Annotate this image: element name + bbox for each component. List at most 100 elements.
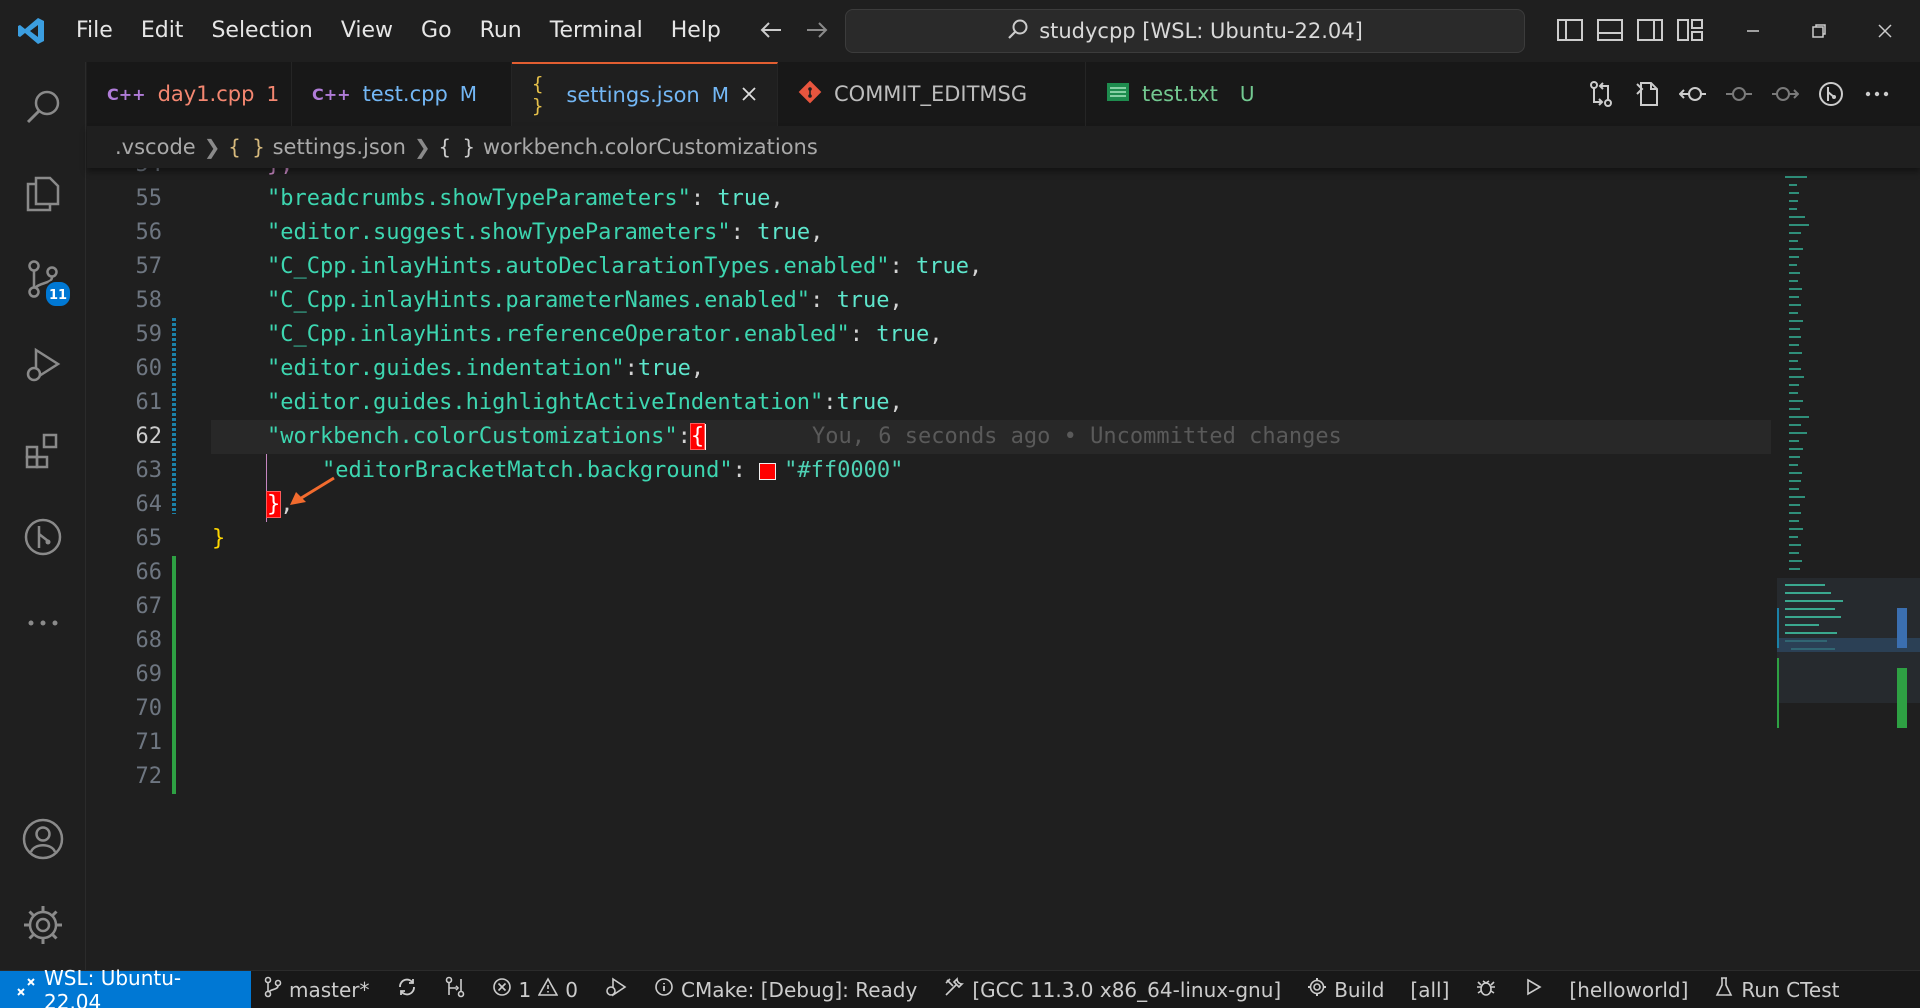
restore-icon[interactable] bbox=[1786, 0, 1852, 62]
json-colon: : bbox=[732, 458, 760, 483]
remote-indicator[interactable]: WSL: Ubuntu-22.04 bbox=[0, 966, 251, 1008]
cmake-status[interactable]: CMake: [Debug]: Ready bbox=[641, 971, 930, 1008]
command-center[interactable]: studycpp [WSL: Ubuntu-22.04] bbox=[845, 9, 1525, 53]
ctest-button[interactable]: Run CTest bbox=[1701, 971, 1852, 1008]
tab-test-cpp[interactable]: C++ test.cpp M bbox=[292, 62, 512, 126]
customize-layout-icon[interactable] bbox=[1675, 14, 1705, 46]
build-label: Build bbox=[1334, 977, 1385, 1002]
warning-count: 0 bbox=[565, 977, 578, 1002]
minimap[interactable] bbox=[1777, 168, 1920, 970]
annotation-arrow-icon bbox=[290, 476, 335, 505]
remote-label: WSL: Ubuntu-22.04 bbox=[44, 965, 182, 1008]
back-arrow-icon[interactable] bbox=[755, 14, 787, 46]
toggle-panel-icon[interactable] bbox=[1595, 14, 1625, 46]
more-actions-icon[interactable] bbox=[1862, 79, 1892, 109]
code-text: "C_Cpp.inlayHints.autoDeclarationTypes.e… bbox=[267, 250, 982, 284]
branch-indicator[interactable]: master* bbox=[251, 971, 383, 1008]
toggle-primary-sidebar-icon[interactable] bbox=[1555, 14, 1585, 46]
tab-settings-json[interactable]: { } settings.json M bbox=[512, 62, 778, 126]
problems-indicator[interactable]: 1 0 bbox=[479, 971, 591, 1008]
layout-controls bbox=[1555, 14, 1705, 46]
cmake-launch-target[interactable]: [helloworld] bbox=[1556, 971, 1701, 1008]
menu-help[interactable]: Help bbox=[657, 0, 735, 62]
window-controls bbox=[1720, 0, 1918, 62]
open-changes-icon[interactable] bbox=[1586, 79, 1616, 109]
line-number: 68 bbox=[135, 628, 163, 653]
open-file-icon[interactable] bbox=[1632, 79, 1662, 109]
settings-gear-icon[interactable] bbox=[0, 882, 86, 968]
json-key: "editorBracketMatch.background" bbox=[322, 458, 733, 483]
explorer-icon[interactable] bbox=[0, 150, 86, 236]
cmake-target-selector[interactable]: [all] bbox=[1397, 971, 1462, 1008]
menu-terminal[interactable]: Terminal bbox=[536, 0, 657, 62]
bug-icon bbox=[1475, 976, 1497, 1003]
search-view-icon[interactable] bbox=[0, 64, 86, 150]
git-graph-button[interactable] bbox=[431, 971, 479, 1008]
tab-test-txt[interactable]: test.txt U bbox=[1086, 62, 1256, 126]
code-line-active: 62 "workbench.colorCustomizations":{ You… bbox=[87, 420, 1777, 454]
menu-selection[interactable]: Selection bbox=[197, 0, 326, 62]
line-number: 70 bbox=[135, 696, 163, 721]
source-control-icon[interactable]: 11 bbox=[0, 236, 86, 322]
menu-go[interactable]: Go bbox=[407, 0, 466, 62]
sync-button[interactable] bbox=[383, 971, 431, 1008]
code-editor[interactable]: 54 }, 55 "breadcrumbs.showTypeParameters… bbox=[87, 160, 1777, 970]
line-number: 55 bbox=[135, 186, 163, 211]
code-line: 60 "editor.guides.indentation":true, bbox=[87, 352, 1777, 386]
play-icon bbox=[1523, 977, 1543, 1002]
tab-commit-editmsg[interactable]: COMMIT_EDITMSG bbox=[778, 62, 1086, 126]
menu-view[interactable]: View bbox=[327, 0, 407, 62]
line-number: 57 bbox=[135, 254, 163, 279]
minimize-icon[interactable] bbox=[1720, 0, 1786, 62]
menu-edit[interactable]: Edit bbox=[127, 0, 198, 62]
json-key: "breadcrumbs.showTypeParameters" bbox=[267, 186, 691, 211]
cpp-file-icon: C++ bbox=[107, 84, 146, 104]
code-line: 57 "C_Cpp.inlayHints.autoDeclarationType… bbox=[87, 250, 1777, 284]
cmake-build-button[interactable]: Build bbox=[1294, 971, 1397, 1008]
info-icon bbox=[654, 977, 674, 1002]
close-window-icon[interactable] bbox=[1852, 0, 1918, 62]
activity-bar: 11 bbox=[0, 62, 86, 970]
text-cursor bbox=[704, 424, 707, 450]
accounts-icon[interactable] bbox=[0, 796, 86, 882]
tab-status: U bbox=[1239, 82, 1255, 106]
title-bar: File Edit Selection View Go Run Terminal… bbox=[0, 0, 1920, 62]
cmake-kit-selector[interactable]: [GCC 11.3.0 x86_64-linux-gnu] bbox=[930, 971, 1294, 1008]
debug-launch-button[interactable] bbox=[591, 971, 641, 1008]
text-file-icon bbox=[1106, 82, 1130, 107]
color-swatch-icon[interactable] bbox=[759, 462, 777, 480]
menu-file[interactable]: File bbox=[62, 0, 127, 62]
line-number: 66 bbox=[135, 560, 163, 585]
git-graph-icon[interactable] bbox=[0, 494, 86, 580]
inline-git-blame: You, 6 seconds ago • Uncommitted changes bbox=[812, 424, 1342, 449]
more-views-icon[interactable] bbox=[0, 580, 86, 666]
breadcrumb-file[interactable]: settings.json bbox=[273, 135, 406, 159]
commit-dot-icon[interactable] bbox=[1724, 79, 1754, 109]
cmake-run-button[interactable] bbox=[1510, 971, 1556, 1008]
tab-status: M bbox=[459, 82, 478, 106]
status-bar: WSL: Ubuntu-22.04 master* 1 0 CMake: [De… bbox=[0, 966, 1920, 1008]
object-symbol-icon: { } bbox=[438, 135, 475, 159]
menu-run[interactable]: Run bbox=[466, 0, 536, 62]
code-line: 72 bbox=[87, 760, 1777, 794]
breadcrumb-symbol[interactable]: workbench.colorCustomizations bbox=[483, 135, 818, 159]
previous-change-icon[interactable] bbox=[1678, 79, 1708, 109]
run-debug-icon[interactable] bbox=[0, 322, 86, 408]
line-number: 59 bbox=[135, 322, 163, 347]
json-colon: : bbox=[677, 424, 691, 449]
extensions-icon[interactable] bbox=[0, 408, 86, 494]
forward-arrow-icon[interactable] bbox=[801, 14, 833, 46]
line-number: 67 bbox=[135, 594, 163, 619]
json-key: "editor.guides.highlightActiveIndentatio… bbox=[267, 390, 824, 415]
line-number: 72 bbox=[135, 764, 163, 789]
tab-day1-cpp[interactable]: C++ day1.cpp 1 bbox=[87, 62, 292, 126]
next-change-icon[interactable] bbox=[1770, 79, 1800, 109]
toggle-secondary-sidebar-icon[interactable] bbox=[1635, 14, 1665, 46]
code-line: 70 bbox=[87, 692, 1777, 726]
cmake-debug-button[interactable] bbox=[1462, 971, 1510, 1008]
remote-icon bbox=[16, 977, 36, 1002]
json-file-icon: { } bbox=[228, 135, 265, 159]
git-history-icon[interactable] bbox=[1816, 79, 1846, 109]
close-tab-icon[interactable] bbox=[741, 83, 757, 107]
breadcrumb-folder[interactable]: .vscode bbox=[115, 135, 196, 159]
